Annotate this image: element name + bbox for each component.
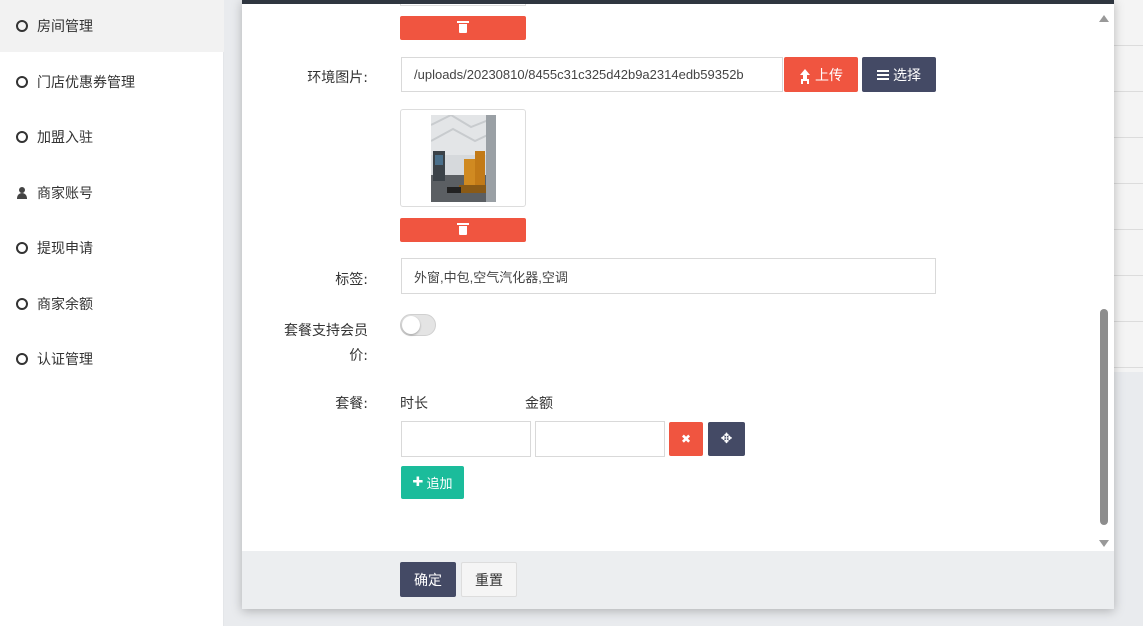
sidebar-item-label: 门店优惠券管理 [37, 75, 135, 91]
member-price-toggle[interactable] [400, 314, 436, 336]
tags-input[interactable]: 外窗,中包,空气汽化器,空调 [401, 258, 936, 294]
sidebar: 房间管理 门店优惠券管理 加盟入驻 商家账号 提现申请 商家余额 认证管理 [0, 0, 224, 626]
member-price-label-line2: 价: [349, 348, 368, 364]
add-package-label: 追加 [426, 477, 453, 492]
sidebar-item-room-management[interactable]: 房间管理 [0, 0, 224, 52]
circle-icon [16, 298, 28, 310]
drag-row-button[interactable]: ✥ [708, 422, 745, 456]
sidebar-item-merchant-account[interactable]: 商家账号 [0, 167, 224, 219]
amount-input[interactable] [535, 421, 665, 457]
circle-icon [16, 76, 28, 88]
sidebar-item-merchant-balance[interactable]: 商家余额 [0, 278, 224, 330]
env-image-label: 环境图片: [307, 70, 368, 86]
modal-scrollbar[interactable] [1098, 12, 1110, 547]
upload-icon [799, 68, 811, 81]
sidebar-item-label: 商家余额 [37, 297, 93, 313]
member-price-label: 套餐支持会员 [284, 323, 368, 339]
circle-icon [16, 353, 28, 365]
select-button-label: 选择 [893, 67, 921, 84]
move-icon: ✥ [720, 431, 733, 447]
tags-label: 标签: [335, 272, 368, 288]
packages-label: 套餐: [335, 396, 368, 412]
circle-icon [16, 20, 28, 32]
sidebar-item-label: 提现申请 [37, 241, 93, 257]
sidebar-item-label: 加盟入驻 [37, 130, 93, 146]
background-table-edge [1113, 0, 1143, 372]
sidebar-item-label: 房间管理 [37, 19, 93, 35]
close-icon: ✖ [680, 432, 692, 446]
remove-row-button[interactable]: ✖ [669, 422, 703, 456]
upload-button-label: 上传 [815, 67, 843, 84]
sidebar-item-label: 认证管理 [37, 352, 93, 368]
previous-thumb-box [400, 4, 526, 6]
scroll-thumb[interactable] [1100, 309, 1108, 525]
circle-icon [16, 131, 28, 143]
duration-column-header: 时长 [400, 396, 428, 412]
toggle-knob [402, 316, 420, 334]
scroll-up-arrow-icon[interactable] [1099, 15, 1109, 22]
trash-icon [457, 20, 469, 33]
upload-button[interactable]: 上传 [784, 57, 858, 92]
amount-column-header: 金额 [525, 396, 553, 412]
delete-image-button[interactable] [400, 16, 526, 40]
delete-image-button[interactable] [400, 218, 526, 242]
scroll-down-arrow-icon[interactable] [1099, 540, 1109, 547]
env-image-path-input[interactable]: /uploads/20230810/8455c31c325d42b9a2314e… [401, 57, 783, 92]
select-button[interactable]: 选择 [862, 57, 936, 92]
reset-button[interactable]: 重置 [461, 562, 517, 597]
modal-footer: 确定 重置 [242, 551, 1114, 609]
sidebar-item-withdrawal[interactable]: 提现申请 [0, 222, 224, 274]
sidebar-item-label: 商家账号 [37, 186, 93, 202]
circle-icon [16, 242, 28, 254]
modal-body: 环境图片: /uploads/20230810/8455c31c325d42b9… [242, 4, 1114, 551]
duration-input[interactable] [401, 421, 531, 457]
confirm-button[interactable]: 确定 [400, 562, 456, 597]
edit-room-modal: 环境图片: /uploads/20230810/8455c31c325d42b9… [242, 0, 1114, 609]
sidebar-item-certification[interactable]: 认证管理 [0, 333, 224, 385]
sidebar-item-franchise[interactable]: 加盟入驻 [0, 111, 224, 163]
sidebar-item-coupon-management[interactable]: 门店优惠券管理 [0, 56, 224, 108]
add-package-button[interactable]: ✚ 追加 [401, 466, 464, 499]
room-photo [431, 115, 496, 202]
list-icon [877, 69, 889, 80]
user-icon [16, 187, 28, 199]
image-thumbnail [400, 109, 526, 207]
plus-icon: ✚ [412, 475, 424, 490]
trash-icon [457, 222, 469, 235]
